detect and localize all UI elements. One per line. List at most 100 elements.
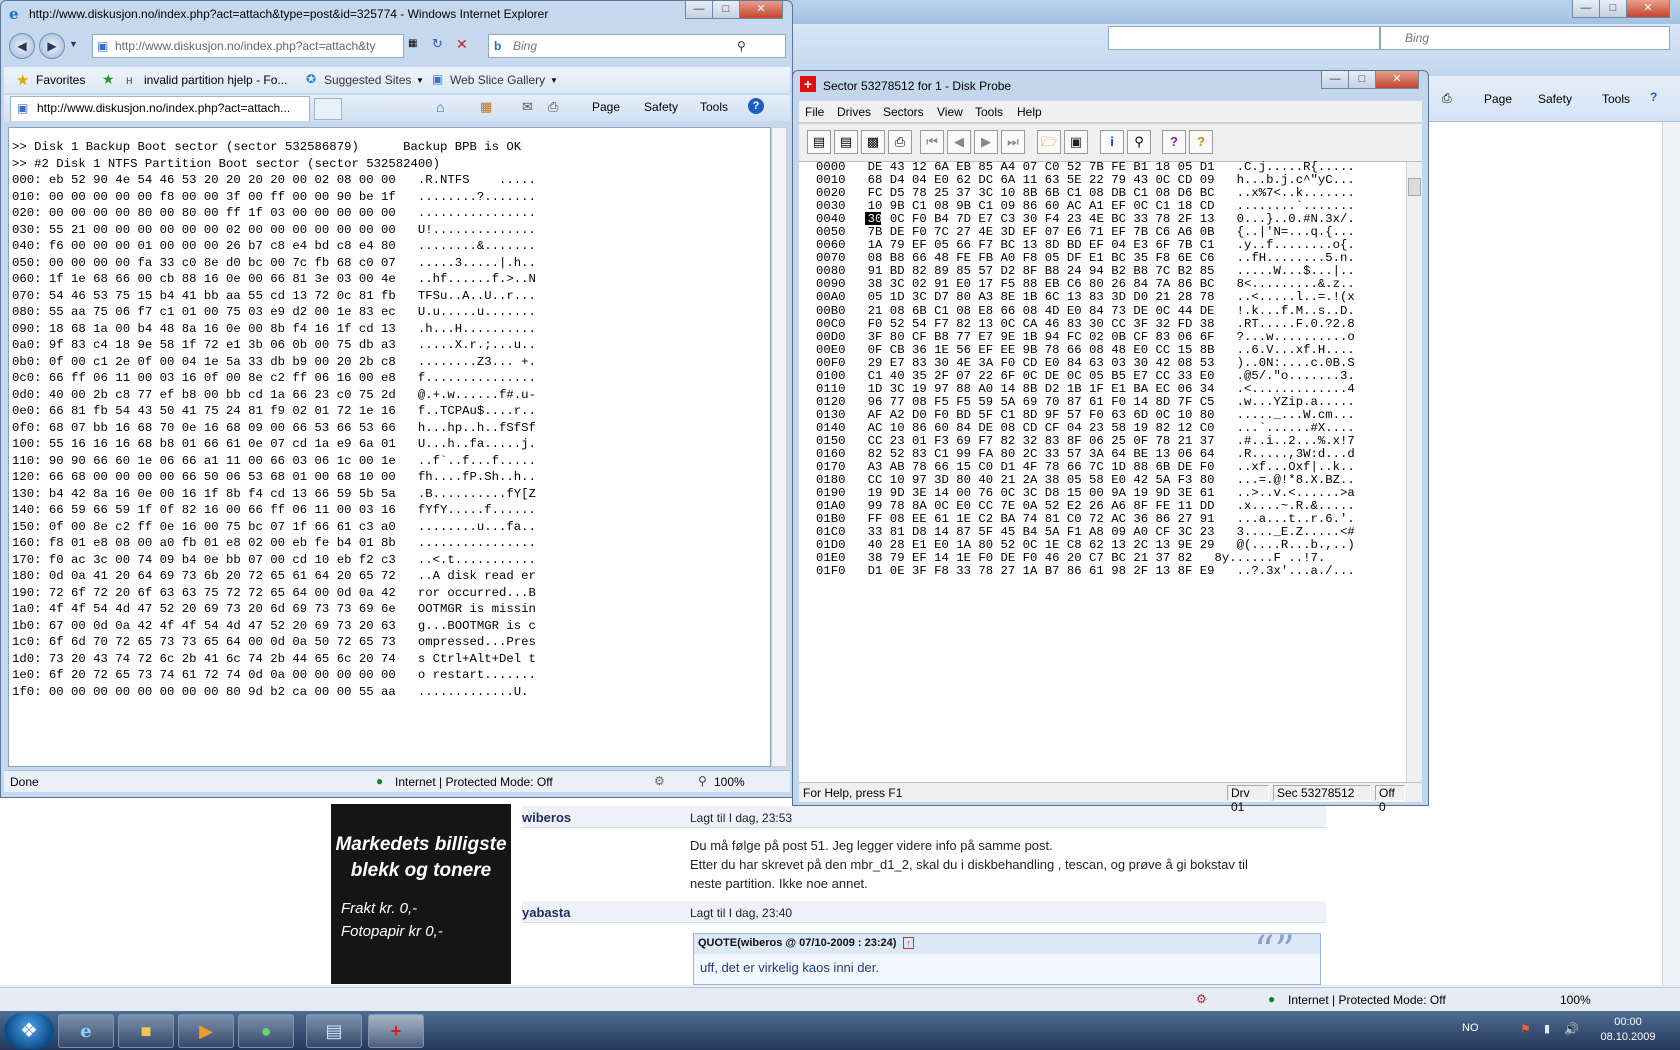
- taskbar-messenger-icon[interactable]: ●: [238, 1014, 294, 1048]
- taskbar-ie-icon[interactable]: e: [58, 1014, 114, 1048]
- post-username[interactable]: yabasta: [522, 905, 686, 920]
- address-text[interactable]: http://www.diskusjon.no/index.php?act=at…: [115, 39, 376, 53]
- save-icon[interactable]: ▣: [1064, 130, 1088, 154]
- network-icon[interactable]: ▮: [1544, 1022, 1550, 1035]
- row-hex: 7B DE F0 7C 27 4E 3D EF 07 E6 71 EF 7B C…: [867, 225, 1215, 240]
- page-menu[interactable]: Page: [592, 100, 620, 114]
- minimize-button[interactable]: —: [1572, 0, 1600, 18]
- close-button[interactable]: ✕: [1375, 71, 1419, 89]
- row-hex: FF 08 EE 61 1E C2 BA 74 81 C0 72 AC 36 8…: [867, 512, 1215, 527]
- security-icon[interactable]: ⚙: [1196, 992, 1207, 1006]
- back-button[interactable]: ◀: [9, 33, 35, 59]
- maximize-button[interactable]: □: [1599, 0, 1627, 18]
- view-bytes-icon[interactable]: ▤: [807, 130, 831, 154]
- zoom-level[interactable]: 100%: [714, 775, 745, 789]
- context-help-icon[interactable]: ?: [1189, 130, 1213, 154]
- scroll-thumb[interactable]: [1408, 178, 1421, 196]
- dump-line: 170: f0 ac 3c 00 74 09 b4 0e bb 07 00 cd…: [12, 552, 536, 567]
- fav-link[interactable]: Web Slice Gallery: [450, 73, 545, 87]
- page-menu[interactable]: Page: [1484, 92, 1512, 106]
- new-tab-button[interactable]: [314, 98, 342, 120]
- menu-sectors[interactable]: Sectors: [883, 105, 924, 119]
- help-icon[interactable]: ?: [1162, 130, 1186, 154]
- menu-tools[interactable]: Tools: [975, 105, 1003, 119]
- zoom-level[interactable]: 100%: [1560, 993, 1591, 1007]
- vertical-scrollbar[interactable]: [1406, 162, 1422, 782]
- dump-line: 1e0: 6f 20 72 65 73 74 61 72 74 0d 0a 00…: [12, 668, 536, 682]
- row-offset: 01C0: [816, 525, 846, 540]
- previous-sector-icon[interactable]: ◀: [947, 130, 971, 154]
- volume-icon[interactable]: 🔊: [1564, 1022, 1579, 1036]
- taskbar-disk-probe-icon[interactable]: +: [368, 1014, 424, 1048]
- history-dropdown-icon[interactable]: ▼: [69, 39, 78, 49]
- safety-menu[interactable]: Safety: [1538, 92, 1572, 106]
- print-icon[interactable]: ⎙: [888, 130, 912, 154]
- home-icon[interactable]: ⌂: [436, 99, 444, 115]
- language-indicator[interactable]: NO: [1462, 1022, 1479, 1034]
- next-sector-icon[interactable]: ▶: [974, 130, 998, 154]
- close-button[interactable]: ✕: [739, 1, 783, 19]
- print-icon[interactable]: ⎙: [548, 99, 558, 115]
- search-icon[interactable]: ⚲: [1127, 130, 1151, 154]
- menu-drives[interactable]: Drives: [837, 105, 871, 119]
- row-hex: 68 D4 04 E0 62 DC 6A 11 63 5E 22 79 43 0…: [867, 173, 1215, 188]
- web-slice-icon: ▣: [432, 72, 444, 86]
- minimize-button[interactable]: —: [1321, 71, 1349, 89]
- open-folder-icon[interactable]: 🗁: [1037, 130, 1061, 154]
- dump-line: 1f0: 00 00 00 00 00 00 00 00 80 9d b2 ca…: [12, 684, 529, 699]
- last-sector-icon[interactable]: ⏭: [1001, 130, 1025, 154]
- fav-link[interactable]: Suggested Sites: [324, 73, 411, 87]
- maximize-button[interactable]: □: [712, 1, 740, 19]
- tools-menu[interactable]: Tools: [1602, 92, 1630, 106]
- address-bar[interactable]: ▣ http://www.diskusjon.no/index.php?act=…: [92, 34, 404, 58]
- safety-menu[interactable]: Safety: [644, 100, 678, 114]
- vertical-scrollbar[interactable]: [771, 127, 787, 767]
- feeds-icon[interactable]: ▦: [480, 99, 492, 115]
- add-favorite-icon[interactable]: ★: [102, 71, 115, 88]
- row-hex: F0 52 54 F7 82 13 0C CA 46 83 30 CC 3F 3…: [867, 316, 1215, 331]
- close-button[interactable]: ✕: [1626, 0, 1670, 18]
- stop-icon[interactable]: ✕: [456, 36, 468, 53]
- post-username[interactable]: wiberos: [522, 810, 686, 825]
- sector-row[interactable]: 01F0 D1 0E 3F F8 33 78 27 1A B7 86 61 98…: [816, 565, 1355, 578]
- quote-link-icon[interactable]: ↑: [903, 937, 914, 949]
- background-vertical-scrollbar[interactable]: [1662, 122, 1680, 985]
- favorites-button[interactable]: Favorites: [36, 73, 85, 87]
- compatibility-view-icon[interactable]: ▦: [408, 38, 417, 49]
- search-icon[interactable]: ⚲: [737, 35, 746, 57]
- row-ascii: ....._...W.cm...: [1236, 407, 1355, 422]
- view-words-icon[interactable]: ▤: [834, 130, 858, 154]
- help-icon[interactable]: ?: [1650, 90, 1657, 104]
- clock-date: 08.10.2009: [1600, 1031, 1656, 1043]
- mail-icon[interactable]: ✉: [522, 99, 533, 115]
- tab-active[interactable]: ▣ http://www.diskusjon.no/index.php?act=…: [10, 96, 310, 121]
- taskbar-media-player-icon[interactable]: ▶: [178, 1014, 234, 1048]
- fav-link[interactable]: invalid partition hjelp - Fo...: [144, 73, 287, 87]
- forward-button[interactable]: ▶: [39, 33, 65, 59]
- background-address-bar[interactable]: [1108, 26, 1380, 50]
- help-icon[interactable]: ?: [748, 98, 764, 114]
- maximize-button[interactable]: □: [1348, 71, 1376, 89]
- first-sector-icon[interactable]: ⏮: [920, 130, 944, 154]
- info-icon[interactable]: i: [1100, 130, 1124, 154]
- menu-help[interactable]: Help: [1017, 105, 1042, 119]
- menu-file[interactable]: File: [805, 105, 824, 119]
- refresh-icon[interactable]: ↻: [432, 36, 443, 52]
- minimize-button[interactable]: —: [685, 1, 713, 19]
- ad-banner[interactable]: Markedets billigste blekk og tonere Frak…: [331, 804, 511, 984]
- chevron-down-icon[interactable]: ▼: [550, 76, 558, 85]
- security-icon[interactable]: ⚙: [654, 774, 665, 788]
- start-button[interactable]: ❖: [4, 1013, 54, 1049]
- chevron-down-icon[interactable]: ▼: [416, 76, 424, 85]
- clock[interactable]: 00:00 08.10.2009: [1580, 1015, 1676, 1047]
- search-box[interactable]: b Bing ⚲: [488, 34, 786, 58]
- status-help: For Help, press F1: [803, 786, 903, 800]
- taskbar-network-icon[interactable]: ▤: [306, 1014, 362, 1048]
- copy-icon[interactable]: ▩: [861, 130, 885, 154]
- print-icon[interactable]: ⎙: [1442, 91, 1452, 106]
- tools-menu[interactable]: Tools: [700, 100, 728, 114]
- taskbar-explorer-icon[interactable]: ■: [118, 1014, 174, 1048]
- menu-view[interactable]: View: [937, 105, 963, 119]
- action-center-icon[interactable]: ⚑: [1520, 1022, 1531, 1036]
- background-search-box[interactable]: Bing: [1380, 26, 1670, 50]
